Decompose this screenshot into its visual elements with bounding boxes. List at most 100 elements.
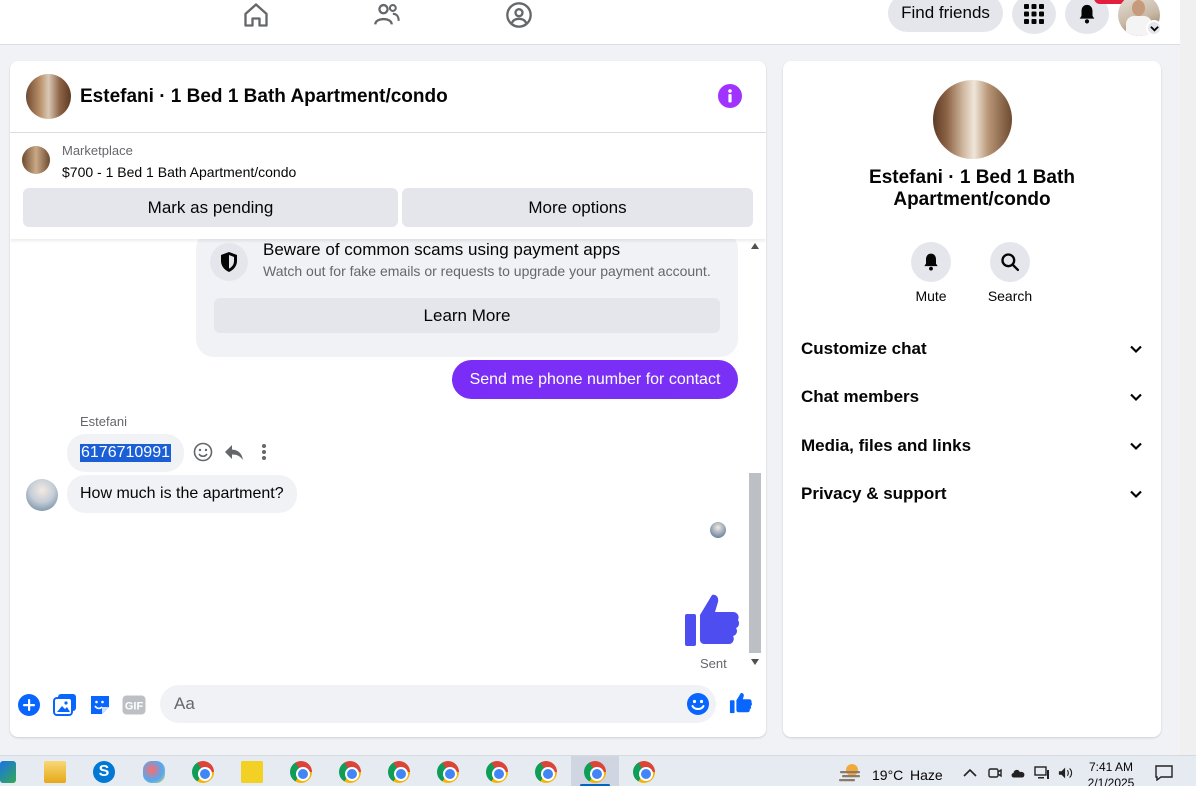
friends-icon[interactable] [372, 0, 402, 30]
scrollbar-thumb[interactable] [749, 473, 761, 653]
learn-more-button[interactable]: Learn More [214, 298, 720, 333]
app-icon[interactable] [0, 761, 16, 783]
network-icon[interactable] [1034, 766, 1050, 780]
sender-name: Estefani [80, 414, 127, 429]
chevron-down-icon[interactable] [1146, 20, 1162, 36]
clock-time[interactable]: 7:41 AM [1088, 760, 1134, 774]
menu-grid-button[interactable] [1012, 0, 1056, 34]
shield-icon [210, 243, 248, 281]
sticky-notes-icon[interactable] [241, 761, 263, 783]
mute-label: Mute [915, 288, 947, 304]
weather-icon[interactable] [838, 762, 864, 785]
search-button[interactable]: Search [980, 242, 1040, 304]
chat-panel: Estefani · 1 Bed 1 Bath Apartment/condo … [10, 61, 766, 737]
temperature[interactable]: 19°C [872, 767, 903, 783]
info-icon[interactable] [718, 84, 742, 108]
chrome-profile-icon[interactable] [437, 761, 459, 783]
incoming-message[interactable]: How much is the apartment? [67, 475, 297, 513]
accordion-chat-members[interactable]: Chat members [801, 382, 1143, 412]
chrome-profile-icon[interactable] [339, 761, 361, 783]
emoji-icon[interactable] [686, 692, 710, 716]
page-scrollbar[interactable] [1180, 0, 1196, 755]
chevron-up-icon[interactable] [962, 766, 978, 780]
message-composer: GIF [10, 677, 766, 737]
sender-avatar[interactable] [26, 479, 58, 511]
react-emoji-icon[interactable] [192, 441, 214, 463]
accordion-media-files-links[interactable]: Media, files and links [801, 431, 1143, 461]
thumbs-up-icon[interactable] [682, 591, 742, 649]
chat-scrollbar[interactable] [748, 239, 762, 671]
chevron-down-icon [1130, 393, 1142, 402]
notification-center-icon[interactable] [1155, 765, 1173, 781]
find-friends-button[interactable]: Find friends [888, 0, 1003, 32]
onedrive-icon[interactable] [1010, 766, 1026, 780]
accordion-label: Customize chat [801, 339, 927, 358]
chat-title[interactable]: Estefani · 1 Bed 1 Bath Apartment/condo [80, 86, 448, 108]
chevron-down-icon [1130, 442, 1142, 451]
bell-icon [911, 242, 951, 282]
mark-as-pending-button[interactable]: Mark as pending [23, 188, 398, 227]
marketplace-label: Marketplace [62, 143, 133, 158]
chevron-down-icon [1130, 345, 1142, 354]
like-icon[interactable] [729, 691, 753, 715]
photo-icon[interactable] [53, 693, 77, 717]
accordion-label: Chat members [801, 387, 920, 406]
scam-warning-card: Beware of common scams using payment app… [196, 239, 738, 357]
grid-icon [1024, 4, 1044, 24]
marketplace-bar: Marketplace $700 - 1 Bed 1 Bath Apartmen… [10, 133, 766, 239]
message-list[interactable]: Beware of common scams using payment app… [10, 239, 766, 671]
chrome-profile-icon[interactable] [535, 761, 557, 783]
outgoing-message[interactable]: Send me phone number for contact [452, 360, 738, 399]
volume-icon[interactable] [1058, 766, 1074, 780]
home-icon[interactable] [241, 0, 271, 30]
groups-icon[interactable] [504, 0, 534, 30]
search-icon [990, 242, 1030, 282]
chrome-profile-icon[interactable] [290, 761, 312, 783]
contact-avatar[interactable] [26, 74, 71, 119]
chevron-down-icon [1130, 490, 1142, 499]
reply-icon[interactable] [223, 441, 245, 463]
selected-phone-number[interactable]: 6176710991 [80, 444, 171, 462]
notifications-button[interactable] [1065, 0, 1109, 34]
message-input[interactable] [160, 685, 716, 723]
windows-taskbar: S 19°C Haze 7:41 AM 2/1/2025 [0, 755, 1196, 786]
contact-name: Estefani · 1 Bed 1 Bath Apartment/condo [869, 167, 1075, 210]
top-navigation: Find friends [0, 0, 1180, 45]
bell-icon [1079, 4, 1095, 24]
more-vertical-icon[interactable] [253, 441, 275, 463]
gif-icon[interactable]: GIF [122, 693, 146, 717]
sticker-icon[interactable] [88, 693, 112, 717]
chrome-profile-icon[interactable] [486, 761, 508, 783]
listing-thumbnail[interactable] [22, 146, 50, 174]
sent-status: Sent [700, 656, 727, 671]
accordion-customize-chat[interactable]: Customize chat [801, 334, 1143, 364]
chrome-profile-icon[interactable] [633, 761, 655, 783]
contact-large-avatar[interactable] [933, 80, 1012, 159]
scroll-up-icon[interactable] [751, 243, 759, 249]
chat-info-panel: Estefani · 1 Bed 1 Bath Apartment/condo … [783, 61, 1161, 737]
accordion-label: Media, files and links [801, 436, 972, 455]
skype-icon[interactable]: S [93, 761, 115, 783]
paint-icon[interactable] [143, 761, 165, 783]
meet-now-icon[interactable] [987, 766, 1003, 780]
scam-warning-text: Watch out for fake emails or requests to… [263, 263, 711, 279]
scam-warning-title: Beware of common scams using payment app… [263, 240, 621, 259]
seen-indicator-avatar [710, 522, 726, 538]
svg-text:GIF: GIF [125, 701, 144, 713]
accordion-label: Privacy & support [801, 484, 947, 503]
chrome-icon[interactable] [192, 761, 214, 783]
more-options-button[interactable]: More options [402, 188, 753, 227]
incoming-message-phone[interactable]: 6176710991 [67, 434, 184, 472]
chrome-active-icon[interactable] [584, 761, 606, 783]
search-label: Search [987, 288, 1033, 304]
weather-condition[interactable]: Haze [910, 767, 943, 783]
accordion-privacy-support[interactable]: Privacy & support [801, 479, 1143, 509]
scroll-down-icon[interactable] [751, 659, 759, 665]
listing-title[interactable]: $700 - 1 Bed 1 Bath Apartment/condo [62, 164, 296, 180]
chat-header: Estefani · 1 Bed 1 Bath Apartment/condo [10, 61, 766, 133]
plus-circle-icon[interactable] [17, 693, 41, 717]
chrome-profile-icon[interactable] [388, 761, 410, 783]
clock-date[interactable]: 2/1/2025 [1086, 776, 1136, 786]
mute-button[interactable]: Mute [901, 242, 961, 304]
file-explorer-icon[interactable] [44, 761, 66, 783]
